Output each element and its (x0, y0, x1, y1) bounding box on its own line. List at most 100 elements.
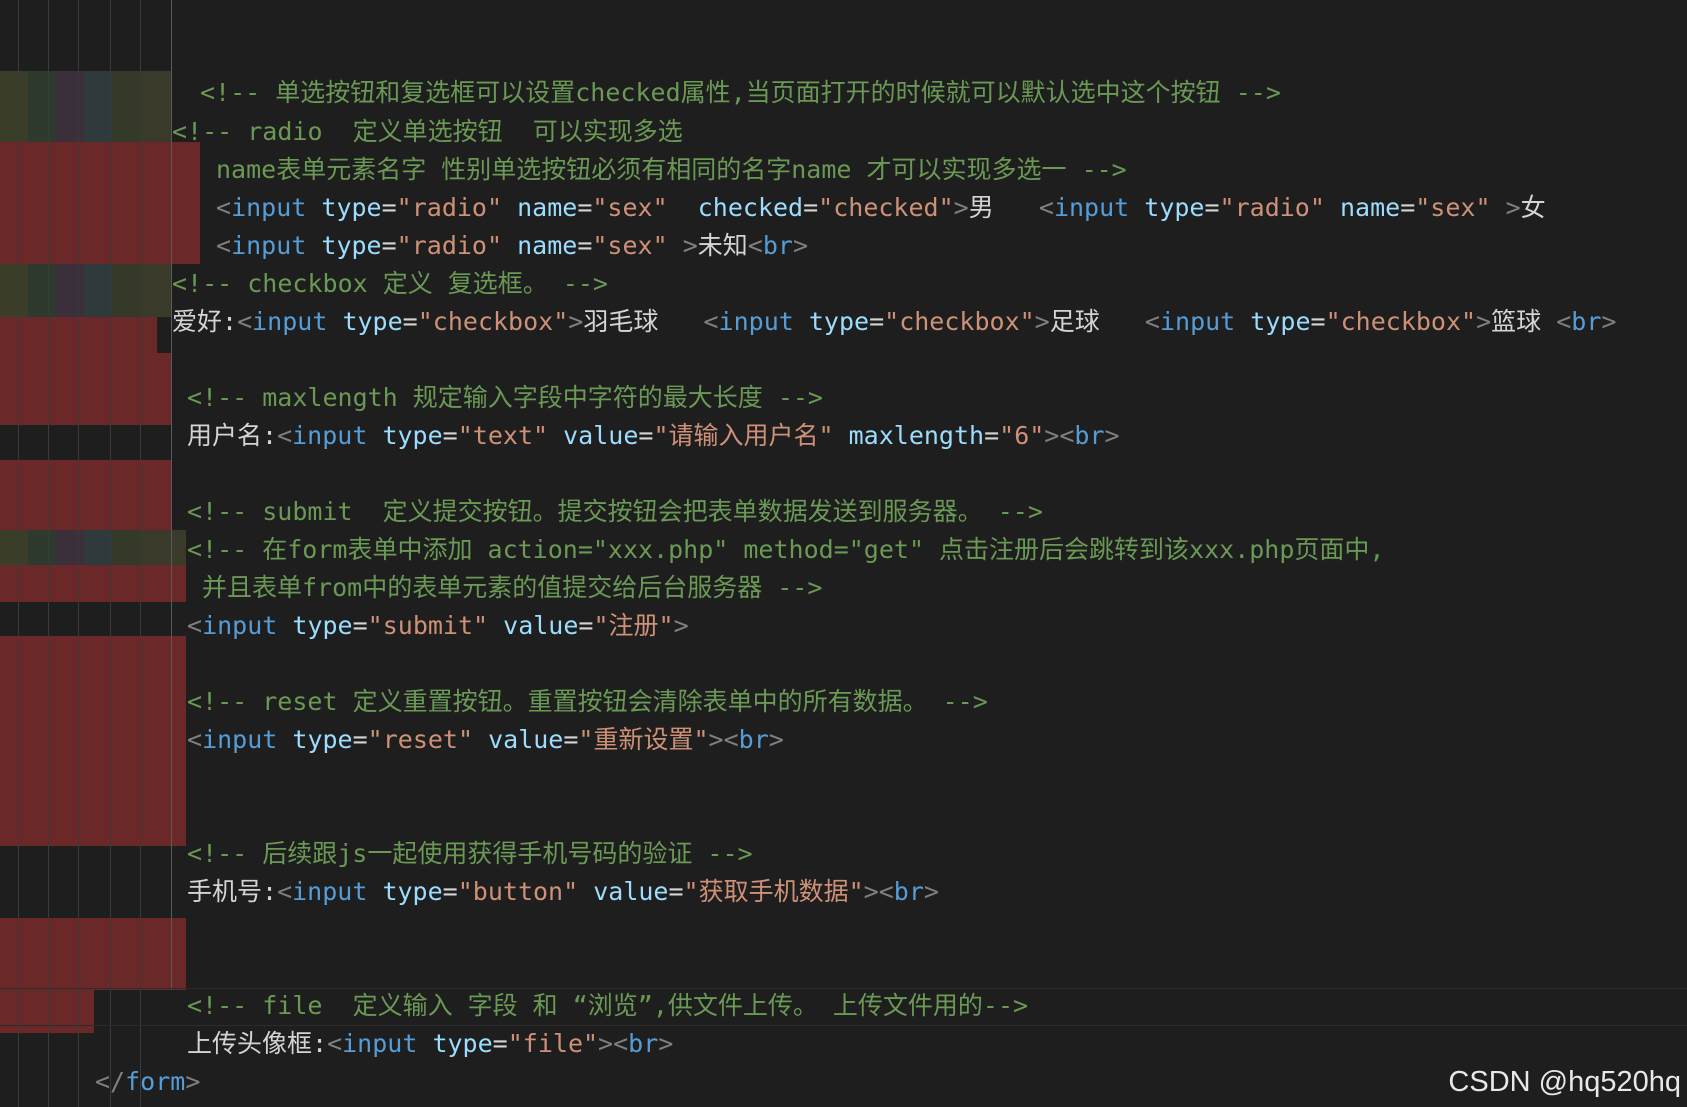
code-line-comment[interactable]: <!-- maxlength 规定输入字段中字符的最大长度 --> (187, 379, 823, 417)
error-highlight (0, 142, 200, 264)
text-content: 用户名: (187, 421, 278, 450)
code-line-comment[interactable]: <!-- 在form表单中添加 action="xxx.php" method=… (187, 531, 1384, 569)
tag-name: input (292, 421, 368, 450)
comment-text: <!-- 单选按钮和复选框可以设置checked属性,当页面打开的时候就可以默认… (200, 78, 1281, 107)
code-line-comment[interactable]: name表单元素名字 性别单选按钮必须有相同的名字name 才可以实现多选一 -… (216, 151, 1127, 189)
code-line-comment[interactable]: <!-- file 定义输入 字段 和 “浏览”,供文件上传。 上传文件用的--… (187, 987, 1028, 1025)
bracket: > (1601, 307, 1617, 336)
attr-name: type (382, 877, 443, 906)
text-content: 男 (968, 193, 994, 222)
bracket: > (953, 193, 969, 222)
code-line-text-input[interactable]: 用户名:<input type="text" value="请输入用户名" ma… (187, 417, 1120, 455)
warning-highlight (0, 264, 172, 317)
attr-name: value (488, 725, 564, 754)
tag-name: br (893, 877, 924, 906)
attr-value: "radio" (396, 193, 503, 222)
bracket: < (723, 725, 739, 754)
attr-name: type (342, 307, 403, 336)
attr-name: type (292, 611, 353, 640)
text-content: 爱好: (172, 307, 238, 336)
equals: = (442, 421, 458, 450)
bracket: < (277, 877, 293, 906)
attr-value: "submit" (367, 611, 489, 640)
bracket: > (1104, 421, 1120, 450)
equals: = (577, 231, 593, 260)
code-line-comment[interactable]: <!-- submit 定义提交按钮。提交按钮会把表单数据发送到服务器。 --> (187, 493, 1043, 531)
attr-value: "checkbox" (1325, 307, 1477, 336)
attr-value: "checkbox" (417, 307, 569, 336)
equals: = (442, 877, 458, 906)
bracket: > (682, 231, 698, 260)
attr-name: value (563, 421, 639, 450)
attr-name: type (1144, 193, 1205, 222)
attr-value: "checked" (818, 193, 954, 222)
code-line-radio[interactable]: <input type="radio" name="sex" checked="… (216, 189, 1546, 227)
attr-name: name (1339, 193, 1401, 222)
equals: = (381, 193, 397, 222)
code-editor[interactable]: <!-- 单选按钮和复选框可以设置checked属性,当页面打开的时候就可以默认… (0, 0, 1687, 1107)
code-line-form-close[interactable]: </form> (95, 1063, 200, 1101)
bracket: > (673, 611, 689, 640)
code-line-comment[interactable]: <!-- reset 定义重置按钮。重置按钮会清除表单中的所有数据。 --> (187, 683, 988, 721)
equals: = (492, 1029, 508, 1058)
bracket: > (658, 1029, 674, 1058)
attr-value: "获取手机数据" (683, 877, 864, 906)
attr-value: "file" (507, 1029, 599, 1058)
equals: = (563, 725, 579, 754)
tag-name: form (125, 1067, 186, 1096)
tag-name: br (738, 725, 769, 754)
attr-name: name (517, 193, 578, 222)
equals: = (1310, 307, 1326, 336)
attr-value: "text" (457, 421, 549, 450)
tag-name: input (718, 307, 794, 336)
code-line-radio[interactable]: <input type="radio" name="sex" >未知<br> (216, 227, 808, 265)
bracket: < (1059, 421, 1075, 450)
attr-value: "sex" (592, 193, 668, 222)
tag-name: input (252, 307, 328, 336)
equals: = (1400, 193, 1416, 222)
comment-text: <!-- 后续跟js一起使用获得手机号码的验证 --> (187, 839, 753, 868)
bracket: < (878, 877, 894, 906)
equals: = (578, 611, 594, 640)
code-line-comment[interactable]: <!-- checkbox 定义 复选框。 --> (172, 265, 608, 303)
error-highlight (0, 353, 172, 425)
equals: = (352, 611, 368, 640)
code-line-submit[interactable]: <input type="submit" value="注册"> (187, 607, 689, 645)
code-line-comment[interactable]: <!-- 单选按钮和复选框可以设置checked属性,当页面打开的时候就可以默认… (200, 74, 1281, 112)
bracket: > (598, 1029, 614, 1058)
tag-name: input (1159, 307, 1236, 336)
equals: = (381, 231, 397, 260)
bracket: < (613, 1029, 629, 1058)
code-line-button[interactable]: 手机号:<input type="button" value="获取手机数据">… (187, 873, 939, 911)
error-highlight (0, 636, 186, 846)
comment-text: <!-- checkbox 定义 复选框。 --> (172, 269, 608, 298)
comment-text: name表单元素名字 性别单选按钮必须有相同的名字name 才可以实现多选一 -… (216, 155, 1127, 184)
code-line-comment[interactable]: <!-- radio 定义单选按钮 可以实现多选 (172, 113, 683, 151)
code-line-comment[interactable]: 并且表单from中的表单元素的值提交给后台服务器 --> (202, 569, 822, 607)
text-content: 羽毛球 (583, 307, 659, 336)
bracket: > (1034, 307, 1050, 336)
warning-highlight (0, 71, 172, 142)
attr-name: value (593, 877, 669, 906)
bracket: < (216, 193, 232, 222)
error-highlight (0, 460, 172, 530)
attr-value: "checkbox" (884, 307, 1035, 336)
code-line-checkbox[interactable]: 爱好:<input type="checkbox">羽毛球 <input typ… (172, 303, 1616, 341)
bracket: > (708, 725, 724, 754)
bracket: </ (95, 1067, 126, 1096)
tag-name: br (762, 231, 793, 260)
bracket: > (923, 877, 939, 906)
comment-text: <!-- file 定义输入 字段 和 “浏览”,供文件上传。 上传文件用的--… (187, 991, 1029, 1020)
bracket: < (187, 725, 203, 754)
tag-name: br (1571, 307, 1602, 336)
code-line-reset[interactable]: <input type="reset" value="重新设置"><br> (187, 721, 784, 759)
attr-name: checked (697, 193, 804, 222)
watermark: CSDN @hq520hq (1448, 1066, 1681, 1098)
equals: = (352, 725, 368, 754)
comment-text: <!-- maxlength 规定输入字段中字符的最大长度 --> (187, 383, 823, 412)
code-line-comment[interactable]: <!-- 后续跟js一起使用获得手机号码的验证 --> (187, 835, 753, 873)
comment-text: <!-- radio 定义单选按钮 可以实现多选 (172, 117, 683, 146)
bracket: > (768, 725, 784, 754)
equals: = (577, 193, 593, 222)
code-line-file[interactable]: 上传头像框:<input type="file"><br> (187, 1025, 673, 1063)
